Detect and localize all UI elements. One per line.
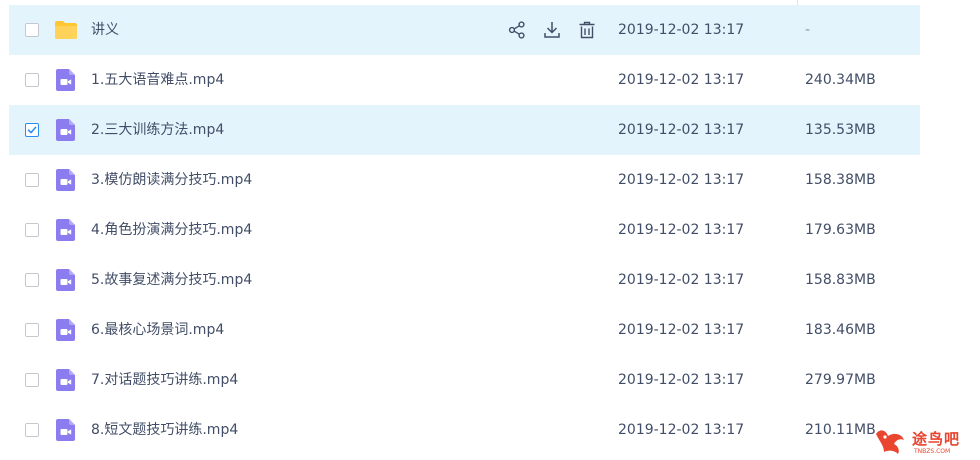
file-name[interactable]: 3.模仿朗读满分技巧.mp4	[91, 155, 252, 205]
file-modified-date: 2019-12-02 13:17	[618, 422, 745, 438]
file-row-2[interactable]: 1.五大语音难点.mp4 2019-12-02 13:17 240.34MB	[9, 55, 920, 105]
delete-icon[interactable]	[577, 20, 597, 40]
file-name[interactable]: 7.对话题技巧讲练.mp4	[91, 355, 238, 405]
watermark-logo: 途鸟吧 TNBZS.COM	[872, 420, 980, 460]
file-modified-date: 2019-12-02 13:17	[618, 172, 745, 188]
watermark-bird-icon	[876, 430, 904, 454]
file-size: 210.11MB	[805, 422, 876, 438]
file-size: 179.63MB	[805, 222, 876, 238]
video-file-icon	[54, 118, 78, 142]
file-name[interactable]: 6.最核心场景词.mp4	[91, 305, 224, 355]
file-name[interactable]: 2.三大训练方法.mp4	[91, 105, 224, 155]
row-checkbox[interactable]	[25, 73, 39, 87]
file-row-8[interactable]: 7.对话题技巧讲练.mp4 2019-12-02 13:17 279.97MB	[9, 355, 920, 405]
file-row-5[interactable]: 4.角色扮演满分技巧.mp4 2019-12-02 13:17 179.63MB	[9, 205, 920, 255]
row-checkbox[interactable]	[25, 373, 39, 387]
file-size: -	[805, 22, 811, 38]
file-row-1[interactable]: 讲义 2019-12-02 13:17 -	[9, 5, 920, 55]
share-icon[interactable]	[507, 20, 527, 40]
video-file-icon	[54, 418, 78, 442]
file-name[interactable]: 8.短文题技巧讲练.mp4	[91, 405, 238, 455]
file-list: 讲义 2019-12-02 13:17 - 1.五大语音难点.mp4 2019-…	[0, 0, 980, 460]
file-name[interactable]: 4.角色扮演满分技巧.mp4	[91, 205, 252, 255]
file-size: 158.83MB	[805, 272, 876, 288]
file-modified-date: 2019-12-02 13:17	[618, 72, 745, 88]
video-file-icon	[54, 68, 78, 92]
folder-icon	[54, 18, 78, 42]
file-modified-date: 2019-12-02 13:17	[618, 322, 745, 338]
row-checkbox[interactable]	[25, 423, 39, 437]
file-row-7[interactable]: 6.最核心场景词.mp4 2019-12-02 13:17 183.46MB	[9, 305, 920, 355]
file-name[interactable]: 讲义	[91, 5, 119, 55]
file-modified-date: 2019-12-02 13:17	[618, 272, 745, 288]
watermark-text: 途鸟吧	[912, 430, 961, 448]
file-modified-date: 2019-12-02 13:17	[618, 372, 745, 388]
file-size: 240.34MB	[805, 72, 876, 88]
file-modified-date: 2019-12-02 13:17	[618, 122, 745, 138]
row-checkbox[interactable]	[25, 273, 39, 287]
file-name[interactable]: 1.五大语音难点.mp4	[91, 55, 224, 105]
file-row-3[interactable]: 2.三大训练方法.mp4 2019-12-02 13:17 135.53MB	[9, 105, 920, 155]
file-row-6[interactable]: 5.故事复述满分技巧.mp4 2019-12-02 13:17 158.83MB	[9, 255, 920, 305]
file-size: 158.38MB	[805, 172, 876, 188]
row-checkbox[interactable]	[25, 173, 39, 187]
row-checkbox[interactable]	[25, 223, 39, 237]
file-modified-date: 2019-12-02 13:17	[618, 22, 745, 38]
video-file-icon	[54, 218, 78, 242]
row-checkbox[interactable]	[25, 23, 39, 37]
file-name[interactable]: 5.故事复述满分技巧.mp4	[91, 255, 252, 305]
file-size: 279.97MB	[805, 372, 876, 388]
file-size: 135.53MB	[805, 122, 876, 138]
row-checkbox[interactable]	[25, 323, 39, 337]
file-modified-date: 2019-12-02 13:17	[618, 222, 745, 238]
file-row-4[interactable]: 3.模仿朗读满分技巧.mp4 2019-12-02 13:17 158.38MB	[9, 155, 920, 205]
video-file-icon	[54, 168, 78, 192]
video-file-icon	[54, 368, 78, 392]
row-checkbox[interactable]	[25, 123, 39, 137]
file-row-9[interactable]: 8.短文题技巧讲练.mp4 2019-12-02 13:17 210.11MB	[9, 405, 920, 455]
download-icon[interactable]	[542, 20, 562, 40]
video-file-icon	[54, 268, 78, 292]
video-file-icon	[54, 318, 78, 342]
watermark-subtext: TNBZS.COM	[914, 448, 951, 455]
file-size: 183.46MB	[805, 322, 876, 338]
